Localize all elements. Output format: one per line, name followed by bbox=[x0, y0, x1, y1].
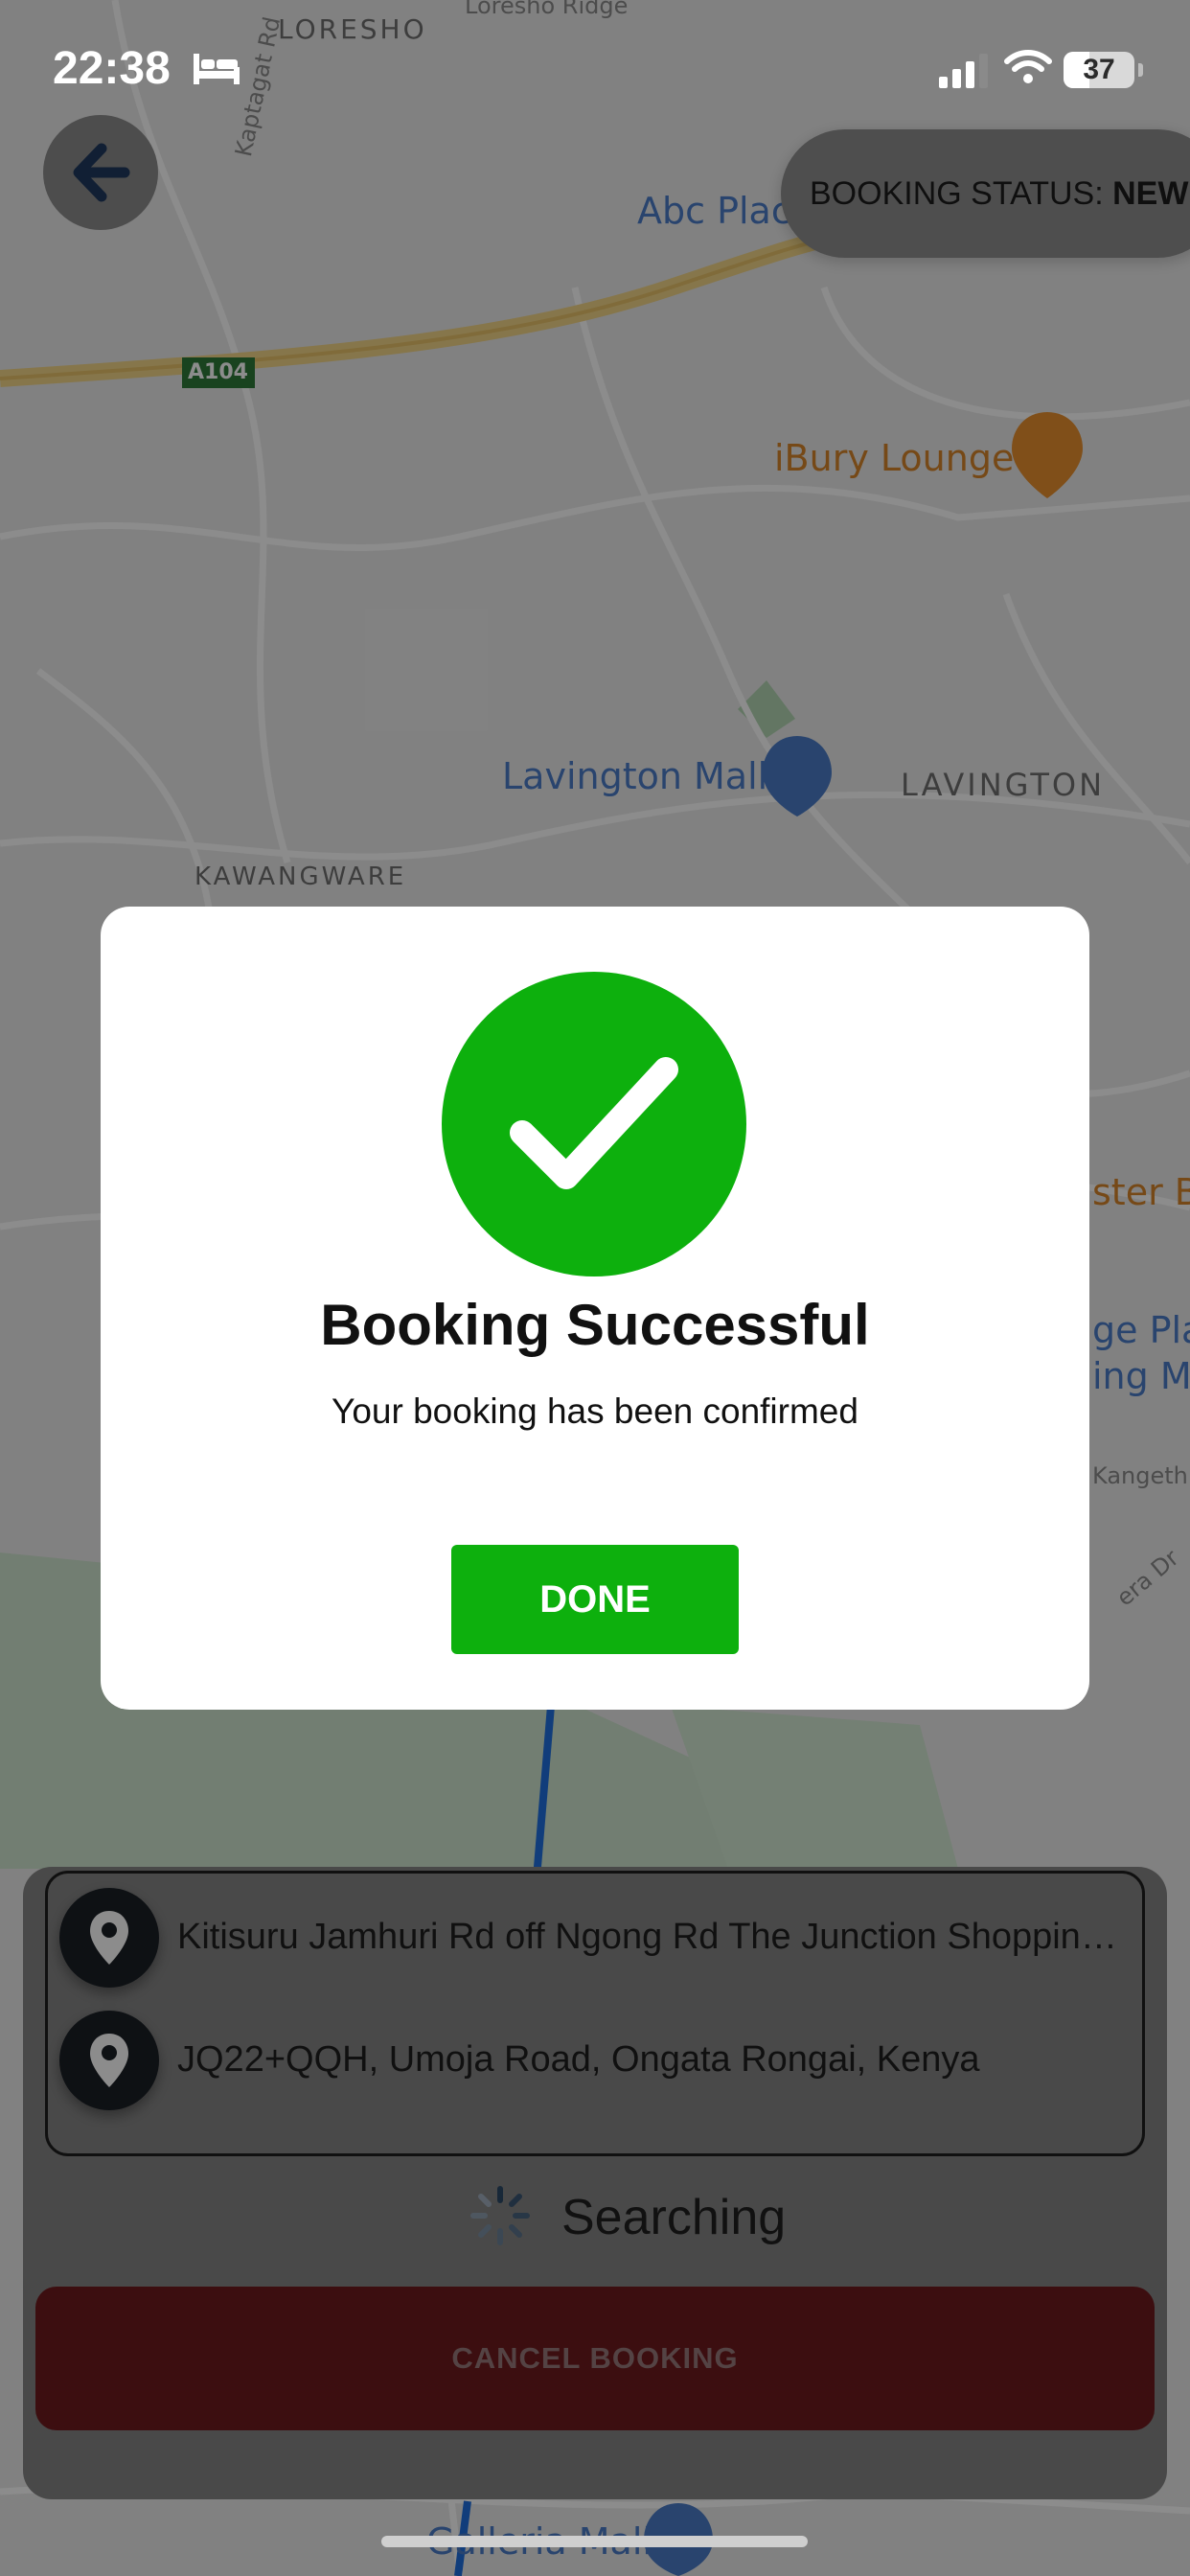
battery-icon: 37 bbox=[1064, 52, 1134, 88]
dialog-message: Your booking has been confirmed bbox=[332, 1392, 858, 1431]
done-button[interactable]: DONE bbox=[451, 1545, 739, 1654]
booking-success-dialog: Booking Successful Your booking has been… bbox=[101, 907, 1089, 1710]
bed-icon bbox=[194, 54, 240, 84]
cellular-signal-icon bbox=[939, 54, 988, 88]
status-bar: 22:38 37 bbox=[0, 0, 1190, 134]
battery-level: 37 bbox=[1083, 54, 1115, 85]
home-indicator[interactable] bbox=[381, 2536, 808, 2547]
checkmark-icon bbox=[510, 1057, 678, 1189]
status-time: 22:38 bbox=[53, 43, 171, 94]
wifi-icon bbox=[1004, 50, 1052, 83]
dialog-title: Booking Successful bbox=[320, 1293, 870, 1357]
success-badge bbox=[442, 972, 746, 1276]
